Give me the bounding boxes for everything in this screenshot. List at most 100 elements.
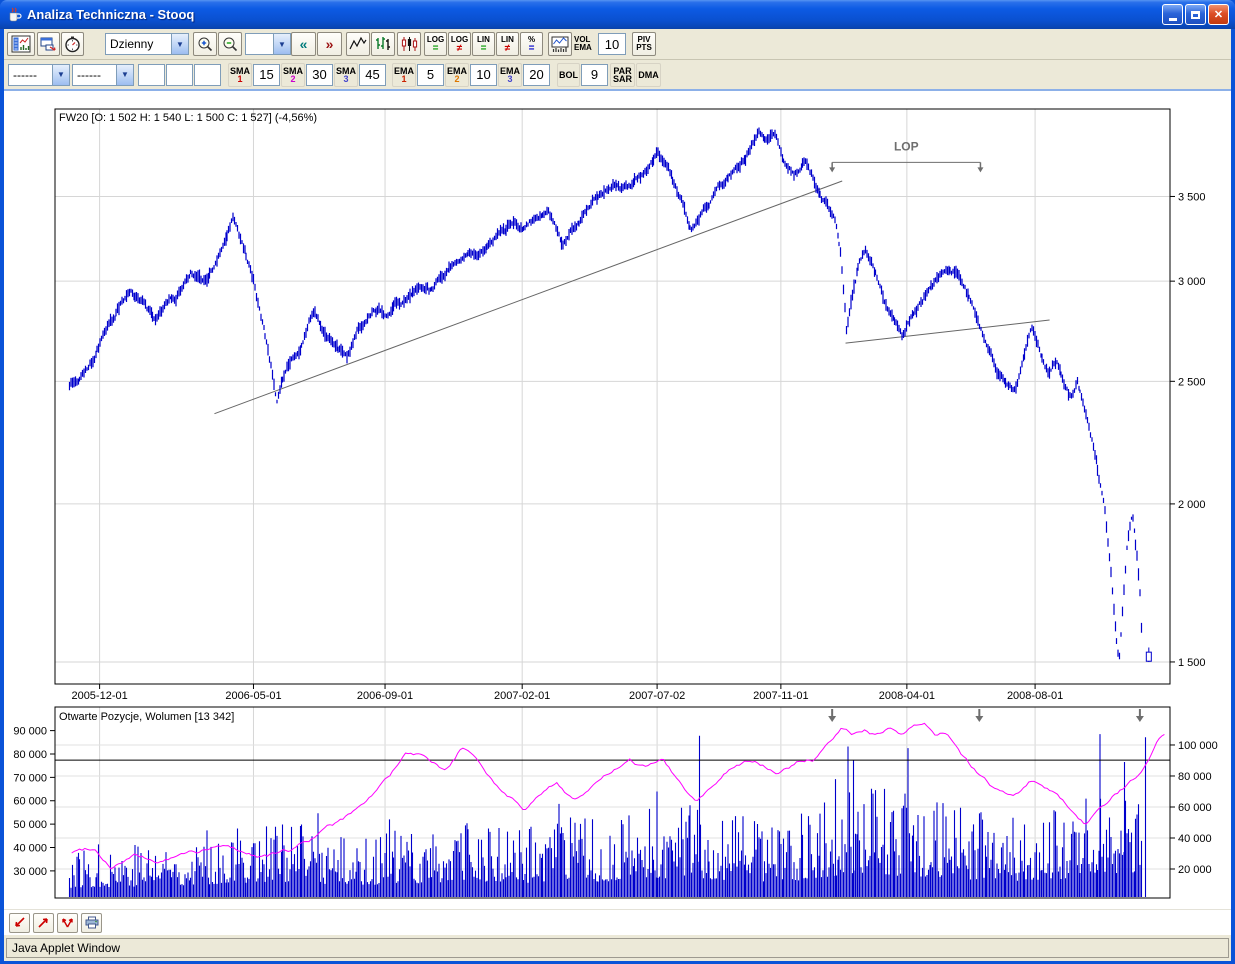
scale-lin-neq-button[interactable]: LIN ≠ — [496, 32, 519, 56]
bollinger-input[interactable] — [581, 63, 608, 86]
svg-text:1 500: 1 500 — [1178, 657, 1206, 669]
vol-ema-period-input[interactable] — [598, 33, 626, 55]
main-chart-border — [54, 108, 1171, 685]
detach-window-button[interactable] — [37, 32, 60, 56]
trend-fan-tool-button[interactable] — [57, 912, 78, 933]
indicator-toolbar: ------ ▼ ------ ▼ SMA 1 SMA 2 SMA 3 EMA … — [4, 60, 1231, 91]
volume-bars — [68, 734, 1147, 897]
timer-button[interactable] — [61, 32, 84, 56]
zoom-range-select[interactable]: ▼ — [245, 33, 291, 55]
ema3-index: 3 — [507, 73, 513, 84]
sma3-toggle[interactable]: SMA 3 — [334, 62, 358, 87]
zoom-out-button[interactable] — [218, 32, 242, 56]
indicator-param-input-1[interactable] — [138, 63, 165, 86]
ema2-index: 2 — [454, 73, 460, 84]
chart-area[interactable]: LOP 3 500 3 000 2 500 2 000 1 500 2005-12-01 20… — [4, 91, 1231, 909]
main-axes: 3 500 3 000 2 500 2 000 1 500 2005-12-01 2006-… — [59, 112, 1206, 702]
svg-text:80 000: 80 000 — [1178, 771, 1212, 783]
scale-button-symbol: ≠ — [456, 42, 463, 54]
ema1-toggle[interactable]: EMA 1 — [392, 62, 416, 87]
dma-toggle[interactable]: DMA — [636, 62, 661, 87]
chart-report-button[interactable] — [7, 32, 35, 56]
arrow-up-right-icon — [38, 918, 48, 928]
ema3-input[interactable] — [523, 63, 550, 86]
scale-log-eq-button[interactable]: LOG = — [424, 32, 447, 56]
zoom-in-button[interactable] — [193, 32, 217, 56]
scale-log-neq-button[interactable]: LOG ≠ — [448, 32, 471, 56]
printer-icon — [85, 916, 98, 929]
sma3-input[interactable] — [359, 63, 386, 86]
ema-label: EMA — [574, 43, 592, 52]
volume-panel-button[interactable] — [548, 32, 572, 56]
interval-select-value: Dzienny — [110, 37, 154, 51]
main-grid — [55, 109, 1170, 684]
svg-text:2006-09-01: 2006-09-01 — [357, 690, 413, 702]
scroll-back-button[interactable]: « — [291, 32, 316, 56]
indicator-select-2[interactable]: ------ ▼ — [72, 63, 134, 86]
indicator-select-1[interactable]: ------ ▼ — [8, 63, 70, 86]
line-chart-type-button[interactable] — [346, 32, 370, 56]
applet-client: Dzienny ▼ ▼ « » LOG = LOG ≠ LIN = LIN ≠ … — [4, 29, 1231, 961]
ema3-toggle[interactable]: EMA 3 — [498, 62, 522, 87]
svg-text:2006-05-01: 2006-05-01 — [225, 690, 281, 702]
trend-down-tool-button[interactable] — [9, 912, 30, 933]
scroll-forward-button[interactable]: » — [317, 32, 342, 56]
scale-button-symbol: = — [432, 42, 439, 54]
svg-text:20 000: 20 000 — [1178, 864, 1212, 876]
scale-percent-button[interactable]: % = — [520, 32, 543, 56]
arrow-down-left-icon — [15, 917, 25, 927]
sma1-input[interactable] — [253, 63, 280, 86]
sma2-input[interactable] — [306, 63, 333, 86]
sma1-toggle[interactable]: SMA 1 — [228, 62, 252, 87]
ema1-index: 1 — [401, 73, 407, 84]
indicator-param-input-3[interactable] — [194, 63, 221, 86]
status-bar: Java Applet Window — [4, 935, 1231, 961]
ohlc-chart-type-button[interactable] — [371, 32, 395, 56]
lop-annotation: LOP — [829, 139, 984, 173]
sma3-index: 3 — [343, 73, 349, 84]
svg-text:2007-02-01: 2007-02-01 — [494, 690, 550, 702]
bollinger-toggle[interactable]: BOL — [557, 62, 580, 87]
trend-up-tool-button[interactable] — [33, 912, 54, 933]
dma-label: DMA — [638, 69, 659, 80]
price-and-volume-charts[interactable]: LOP 3 500 3 000 2 500 2 000 1 500 2005-12-01 20… — [4, 91, 1231, 909]
interval-select[interactable]: Dzienny ▼ — [105, 33, 189, 55]
svg-text:60 000: 60 000 — [1178, 802, 1212, 814]
line-chart-icon — [349, 36, 367, 50]
close-button[interactable]: ✕ — [1208, 4, 1229, 25]
sma2-toggle[interactable]: SMA 2 — [281, 62, 305, 87]
svg-text:100 000: 100 000 — [1178, 740, 1218, 752]
zoom-in-icon — [198, 37, 212, 51]
indicator-param-input-2[interactable] — [166, 63, 193, 86]
sar-label: SAR — [612, 73, 632, 84]
ema1-input[interactable] — [417, 63, 444, 86]
svg-text:70 000: 70 000 — [13, 772, 47, 784]
vol-ema-label: VOL EMA — [574, 36, 592, 52]
chevron-down-icon: ▼ — [52, 64, 69, 85]
maximize-icon — [1191, 10, 1200, 19]
minimize-button[interactable] — [1162, 4, 1183, 25]
maximize-button[interactable] — [1185, 4, 1206, 25]
print-button[interactable] — [81, 912, 102, 933]
chevron-down-icon: ▼ — [273, 34, 290, 54]
parabolic-sar-toggle[interactable]: PAR SAR — [610, 62, 635, 87]
candlestick-icon — [401, 37, 418, 51]
svg-text:30 000: 30 000 — [13, 866, 47, 878]
status-field: Java Applet Window — [6, 938, 1229, 958]
svg-text:LOP: LOP — [894, 139, 919, 153]
title-bar[interactable]: Analiza Techniczna - Stooq ✕ — [0, 0, 1235, 29]
svg-text:50 000: 50 000 — [13, 819, 47, 831]
svg-text:90 000: 90 000 — [13, 726, 47, 738]
indicator-select-1-value: ------ — [13, 67, 37, 82]
candle-chart-type-button[interactable] — [397, 32, 421, 56]
scale-button-symbol: = — [480, 42, 487, 54]
svg-text:3 000: 3 000 — [1178, 276, 1206, 288]
ema2-input[interactable] — [470, 63, 497, 86]
close-icon: ✕ — [1213, 9, 1224, 21]
zoom-out-icon — [223, 37, 237, 51]
arrows-up-both-icon — [62, 918, 73, 928]
ema2-toggle[interactable]: EMA 2 — [445, 62, 469, 87]
pivot-points-button[interactable]: PIV PTS — [632, 32, 656, 56]
chevron-down-icon: ▼ — [116, 64, 133, 85]
scale-lin-eq-button[interactable]: LIN = — [472, 32, 495, 56]
